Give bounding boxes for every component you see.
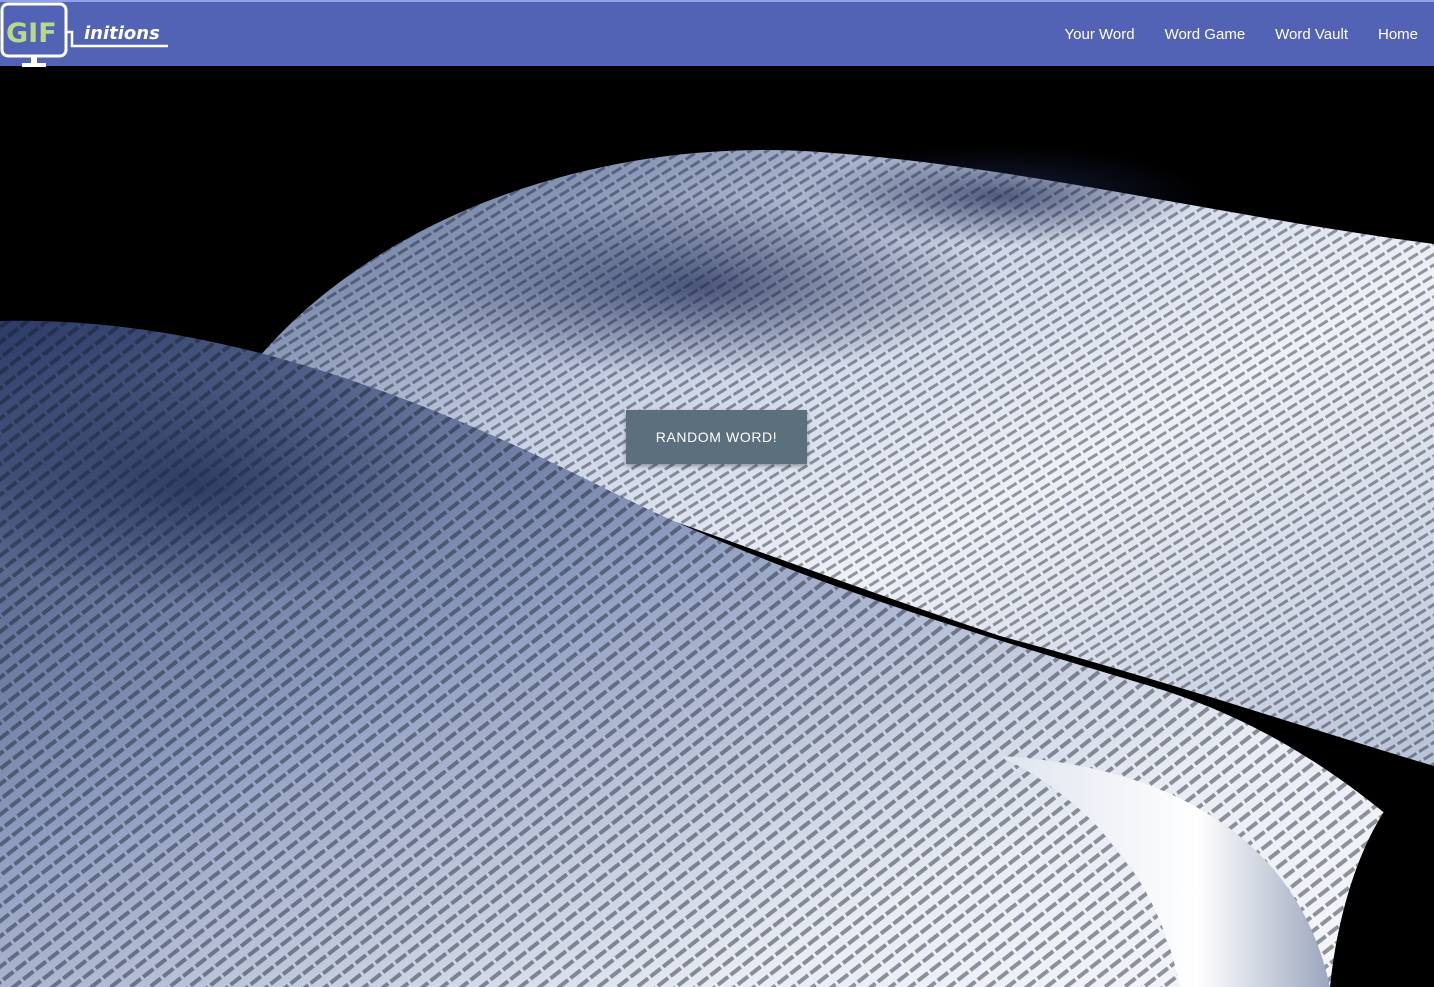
logo-text-suffix: initions [84,23,160,44]
brand-logo[interactable]: GIF initions [0,2,175,68]
hero-section: RANDOM WORD! [0,66,1434,987]
nav-word-vault[interactable]: Word Vault [1275,26,1348,43]
random-word-button[interactable]: RANDOM WORD! [626,410,807,464]
top-navbar: GIF initions Your Word Word Game Word Va… [0,0,1434,68]
nav-home[interactable]: Home [1378,26,1418,43]
logo-text-main: GIF [6,18,57,49]
open-dictionary-photo [0,66,1434,987]
nav-word-game[interactable]: Word Game [1165,26,1246,43]
main-nav: Your Word Word Game Word Vault Home [1065,2,1418,66]
nav-your-word[interactable]: Your Word [1065,26,1135,43]
